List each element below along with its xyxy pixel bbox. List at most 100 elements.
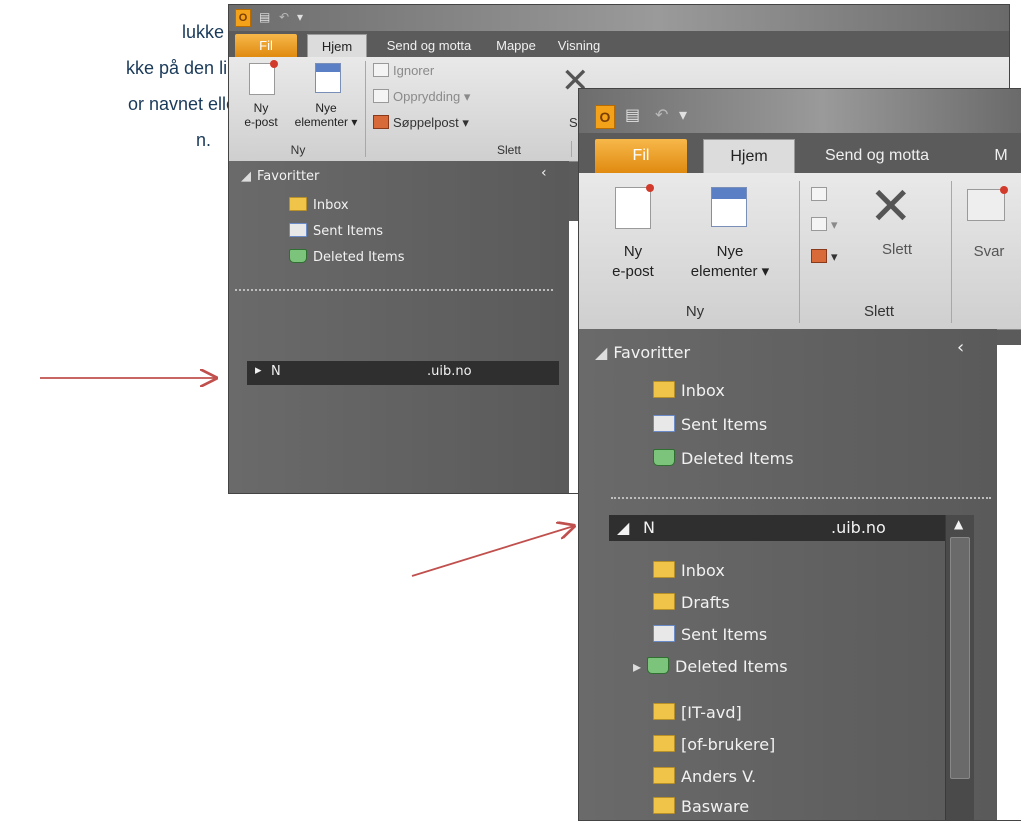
divider [611,497,991,499]
trash-icon [653,449,675,466]
minimize-pane-icon[interactable]: ‹ [541,165,547,181]
new-email-label-1: Ny [253,101,269,115]
navigation-pane: ◢ Favoritter ‹ Inbox Sent Items Deleted I… [579,329,997,820]
scrollbar-thumb[interactable] [950,537,970,779]
junk-icon [373,115,389,129]
folder-label: [IT-avd] [681,703,742,722]
tab-home[interactable]: Hjem [307,34,367,58]
inbox-icon [653,381,675,398]
save-icon[interactable]: ▤ [259,10,270,24]
minimize-pane-icon[interactable]: ‹ [957,337,964,358]
folder-scrollbar[interactable]: ▲ [945,515,974,820]
folder-label: Inbox [681,561,725,580]
quick-access-dropdown[interactable]: ▾ [679,105,687,124]
folder-anders-v[interactable]: Anders V. [653,767,756,786]
tab-file[interactable]: Fil [235,34,297,57]
new-email-label-2: e-post [244,115,278,129]
cleanup-icon-button[interactable]: ▾ [811,217,838,233]
folder-inbox[interactable]: Inbox [653,381,725,400]
ignore-icon-button[interactable] [811,187,831,202]
account-row-collapsed[interactable]: ▸ N .uib.no [247,361,559,385]
folder-sent-items[interactable]: Sent Items [289,223,383,239]
folder-deleted-items[interactable]: Deleted Items [289,249,404,265]
save-icon[interactable]: ▤ [625,105,640,124]
reading-pane [997,345,1021,820]
folder-drafts[interactable]: Drafts [653,593,730,612]
tab-send-receive[interactable]: Send og motta [375,34,483,57]
favorites-header[interactable]: ◢ Favoritter [595,343,690,362]
new-email-button[interactable]: Ny e-post [595,183,671,293]
undo-icon[interactable]: ↶ [279,10,289,24]
account-row-expanded[interactable]: ◢ N .uib.no [609,515,959,541]
ribbon-separator [365,61,366,157]
folder-label: Sent Items [313,224,384,239]
quick-access-dropdown[interactable]: ▾ [297,10,303,24]
favorites-label: Favoritter [257,169,320,184]
scroll-up-icon[interactable]: ▲ [954,517,963,531]
new-items-button[interactable]: Nye elementer ▾ [291,61,361,141]
new-items-label-2: elementer ▾ [294,115,358,129]
expand-triangle-icon[interactable]: ▸ [255,363,262,378]
junk-label: Søppelpost ▾ [393,115,469,130]
delete-icon[interactable]: ✕ [869,177,913,237]
folder-inbox[interactable]: Inbox [289,197,349,213]
account-prefix: N [271,364,281,379]
ignore-icon [373,63,389,77]
folder-label: [of-brukere] [681,735,776,754]
inbox-icon [289,197,307,211]
folder-it-avd[interactable]: [IT-avd] [653,703,742,722]
folder-basware[interactable]: Basware [653,797,749,816]
new-email-button[interactable]: Ny e-post [235,60,287,141]
new-email-icon [249,60,278,95]
collapse-triangle-icon: ◢ [241,169,251,184]
tab-home[interactable]: Hjem [703,139,795,174]
folder-label: Sent Items [681,415,768,434]
folder-sent-items[interactable]: Sent Items [653,625,767,644]
tab-file[interactable]: Fil [595,139,687,173]
outlook-window-expanded: O ▤ ↶ ▾ Fil Hjem Send og motta M Ny e-po… [578,88,1021,821]
cleanup-icon [373,89,389,103]
collapse-triangle-icon[interactable]: ◢ [617,518,629,537]
ignore-button[interactable]: Ignorer [373,63,434,78]
new-items-label-1: Nye [315,101,337,115]
folder-deleted-items[interactable]: Deleted Items [653,449,794,468]
new-email-icon [615,184,654,229]
folder-label: Basware [681,797,750,816]
new-items-label-2: elementer ▾ [690,263,770,280]
tab-folder[interactable]: Mappe [487,34,545,57]
delete-button[interactable]: Slett [867,241,927,259]
title-bar: O ▤ ↶ ▾ [579,89,1021,133]
cleanup-button[interactable]: Opprydding ▾ [373,89,470,105]
folder-label: Sent Items [681,625,768,644]
group-label-new: Ny [685,303,705,320]
tab-view[interactable]: Visning [547,34,611,57]
cleanup-label: Opprydding ▾ [393,89,471,104]
folder-inbox[interactable]: Inbox [653,561,725,580]
folder-icon [653,703,675,720]
undo-icon[interactable]: ↶ [655,105,668,124]
expand-triangle-icon[interactable]: ▸ [633,657,641,676]
navigation-pane: ◢ Favoritter ‹ Inbox Sent Items Deleted I… [229,161,569,493]
tab-folder-cropped[interactable]: M [981,139,1021,173]
folder-sent-items[interactable]: Sent Items [653,415,767,434]
new-items-button[interactable]: Nye elementer ▾ [675,183,785,293]
folder-label: Deleted Items [675,657,788,676]
ignore-label: Ignorer [393,63,435,78]
folder-label: Anders V. [681,767,757,786]
inbox-icon [653,561,675,578]
folder-label: Inbox [313,198,349,213]
tab-send-receive[interactable]: Send og motta [805,139,949,173]
trash-icon [289,249,307,263]
junk-button[interactable]: Søppelpost ▾ [373,115,469,131]
folder-icon [653,797,675,814]
folder-of-brukere[interactable]: [of-brukere] [653,735,775,754]
reply-icon [967,186,1008,221]
junk-icon-button[interactable]: ▾ [811,249,838,265]
folder-deleted-items[interactable]: ▸ Deleted Items [633,657,788,676]
favorites-header[interactable]: ◢ Favoritter [241,169,319,184]
drafts-icon [653,593,675,610]
favorites-label: Favoritter [613,343,691,362]
account-domain: .uib.no [831,518,886,537]
reply-label: Svar [973,243,1005,260]
reply-button[interactable]: Svar [959,183,1019,293]
